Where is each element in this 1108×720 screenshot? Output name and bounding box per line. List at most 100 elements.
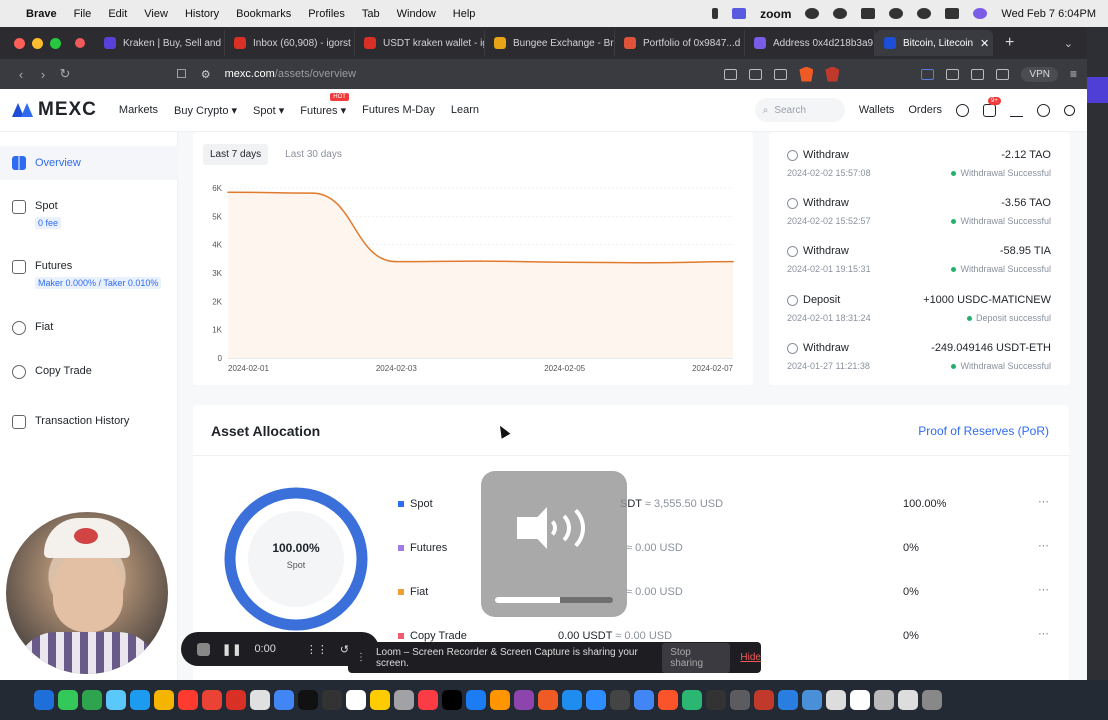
dock-app-icon[interactable] [610,690,630,710]
menu-view[interactable]: View [144,8,168,20]
dock-app-icon[interactable] [298,690,318,710]
more-icon[interactable]: ⋯ [1038,627,1050,640]
dock-app-icon[interactable] [82,690,102,710]
menu-file[interactable]: File [74,8,92,20]
dock-app-icon[interactable] [442,690,462,710]
sidebar-item-overview[interactable]: Overview [0,146,178,180]
menu-brave[interactable]: Brave [26,8,57,20]
wallet-icon[interactable] [996,68,1010,80]
dock-app-icon[interactable] [682,690,702,710]
more-icon[interactable]: ⋯ [1038,583,1050,596]
dock-app-icon[interactable] [706,690,726,710]
dock-app-icon[interactable] [850,690,870,710]
nav-learn[interactable]: Learn [451,104,479,117]
tab-last-7-days[interactable]: Last 7 days [203,144,269,165]
dock-app-icon[interactable] [754,690,774,710]
dock-app-icon[interactable] [346,690,366,710]
dock-app-icon[interactable] [658,690,678,710]
brave-shields-icon[interactable] [799,66,814,82]
tab-portfolio[interactable]: Portfolio of 0x9847...d [615,30,745,56]
dock-app-icon[interactable] [538,690,558,710]
site-settings-icon[interactable]: ⚙ [201,68,211,81]
pinned-tab-icon[interactable] [75,38,85,48]
menu-edit[interactable]: Edit [108,8,127,20]
dock-app-icon[interactable] [586,690,606,710]
proof-of-reserves-link[interactable]: Proof of Reserves (PoR) [918,424,1049,438]
dock-app-icon[interactable] [922,690,942,710]
dock-app-icon[interactable] [898,690,918,710]
screen-share-icon[interactable] [732,8,747,19]
dock-app-icon[interactable] [562,690,582,710]
vpn-button[interactable]: VPN [1021,66,1058,82]
dock-app-icon[interactable] [154,690,174,710]
dock-app-icon[interactable] [514,690,534,710]
menu-profiles[interactable]: Profiles [308,8,345,20]
dock-app-icon[interactable] [826,690,846,710]
battery-icon[interactable] [861,8,876,19]
dock-app-icon[interactable] [490,690,510,710]
dock-app-icon[interactable] [802,690,822,710]
sidebar-item-copy-trade[interactable]: Copy Trade [0,365,178,379]
dock-app-icon[interactable] [466,690,486,710]
dock-app-icon[interactable] [730,690,750,710]
tab-mexc-active[interactable]: Bitcoin, Litecoin ✕ [875,30,993,56]
url-field[interactable]: mexc.com/assets/overview [225,68,356,80]
menu-history[interactable]: History [185,8,219,20]
message-icon[interactable]: 9+ [983,96,1001,117]
minimize-window-button[interactable] [32,37,43,49]
transaction-row[interactable]: Withdraw 2024-02-02 15:57:08 -2.12 TAO W… [787,146,1051,186]
stop-sharing-button[interactable]: Stop sharing [662,642,731,673]
cast-icon[interactable] [749,68,763,80]
menu-help[interactable]: Help [453,8,476,20]
dock-app-icon[interactable] [226,690,246,710]
menu-window[interactable]: Window [397,8,436,20]
tab-bungee[interactable]: Bungee Exchange - Bri [485,30,615,56]
wifi-icon[interactable] [889,8,904,19]
dock-app-icon[interactable] [322,690,342,710]
zoom-menu[interactable]: zoom [760,7,791,21]
menu-tab[interactable]: Tab [362,8,380,20]
maximize-window-button[interactable] [50,37,61,49]
theme-toggle-icon[interactable] [1064,104,1075,116]
new-tab-icon[interactable]: + [1005,34,1014,52]
search-icon[interactable] [917,8,932,19]
nav-spot[interactable]: Spot ▾ [253,104,284,117]
microphone-icon[interactable] [712,8,719,19]
tab-address[interactable]: Address 0x4d218b3a9 [745,30,875,56]
stop-recording-button[interactable] [197,642,210,656]
bookmark-icon[interactable]: ☐ [176,67,187,81]
nav-buy-crypto[interactable]: Buy Crypto ▾ [174,104,237,117]
grid-icon[interactable]: ⋮⋮ [306,643,328,656]
play-icon[interactable] [833,8,848,19]
dock-app-icon[interactable] [34,690,54,710]
download-icon[interactable] [1010,104,1023,117]
camera-icon[interactable] [724,68,738,80]
puzzle-icon[interactable] [946,68,960,80]
dock-app-icon[interactable] [250,690,270,710]
transaction-row[interactable]: Deposit 2024-02-01 18:31:24 +1000 USDC-M… [787,291,1051,331]
tab-gmail-inbox[interactable]: Inbox (60,908) - igorst [225,30,355,56]
extension-icon[interactable] [921,68,935,80]
dock-app-icon[interactable] [130,690,150,710]
brave-rewards-icon[interactable] [825,66,840,82]
dock-app-icon[interactable] [58,690,78,710]
sidebar-item-transaction-history[interactable]: Transaction History [0,415,178,429]
share-icon[interactable] [774,68,788,80]
wallets-link[interactable]: Wallets [859,104,895,116]
dock-app-icon[interactable] [202,690,222,710]
menu-bookmarks[interactable]: Bookmarks [236,8,291,20]
dock-app-icon[interactable] [178,690,198,710]
hamburger-icon[interactable]: ≡ [1070,67,1077,81]
sidebar-item-spot[interactable]: Spot 0 fee [0,200,178,229]
transaction-row[interactable]: Withdraw 2024-02-01 19:15:31 -58.95 TIA … [787,242,1051,282]
more-icon[interactable]: ⋯ [1038,495,1050,508]
tab-kraken[interactable]: Kraken | Buy, Sell and t [95,30,225,56]
tab-gmail-usdt[interactable]: USDT kraken wallet - ig [355,30,485,56]
tab-last-30-days[interactable]: Last 30 days [278,144,349,165]
drag-handle-icon[interactable]: ⋮ [356,652,366,663]
dock-app-icon[interactable] [394,690,414,710]
orders-link[interactable]: Orders [908,104,942,116]
sidebar-toggle-icon[interactable] [971,68,985,80]
tab-list-chevron-icon[interactable]: ⌄ [1064,37,1073,50]
webcam-bubble[interactable] [6,512,168,674]
